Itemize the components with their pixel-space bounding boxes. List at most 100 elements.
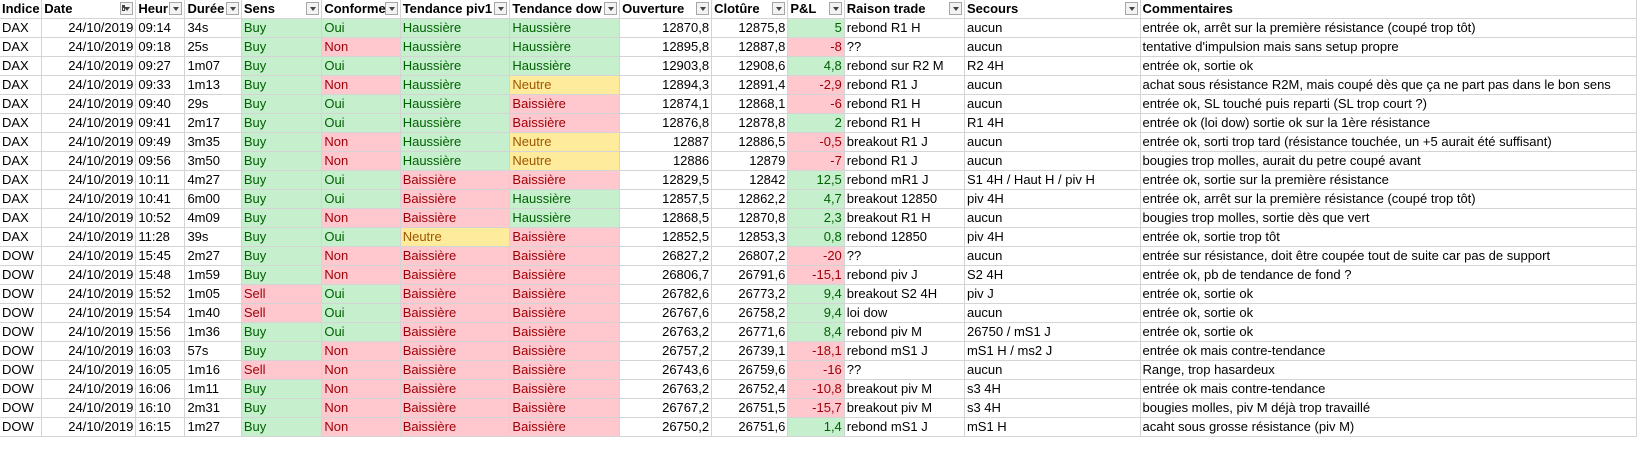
cell-secours[interactable]: aucun <box>964 303 1141 323</box>
cell-tendance-piv1[interactable]: Baissière <box>400 208 511 228</box>
cell-date[interactable]: 24/10/2019 <box>41 56 137 76</box>
cell-ouverture[interactable]: 12887 <box>619 132 713 152</box>
cell-secours[interactable]: R2 4H <box>964 56 1141 76</box>
cell-pnl[interactable]: 2 <box>787 113 845 133</box>
cell-date[interactable]: 24/10/2019 <box>41 18 137 38</box>
cell-date[interactable]: 24/10/2019 <box>41 75 137 95</box>
cell-pnl[interactable]: -18,1 <box>787 341 845 361</box>
col-header-commentaires[interactable]: Commentaires <box>1140 0 1637 19</box>
cell-heure[interactable]: 15:45 <box>135 246 186 266</box>
cell-raison-trade[interactable]: rebond mS1 J <box>844 417 965 437</box>
cell-sens[interactable]: Buy <box>241 18 323 38</box>
cell-secours[interactable]: piv 4H <box>964 227 1141 247</box>
cell-ouverture[interactable]: 12852,5 <box>619 227 713 247</box>
col-header-heure[interactable]: Heur <box>135 0 186 19</box>
cell-pnl[interactable]: -8 <box>787 37 845 57</box>
cell-sens[interactable]: Buy <box>241 379 323 399</box>
cell-secours[interactable]: aucun <box>964 94 1141 114</box>
cell-indice[interactable]: DAX <box>0 170 43 190</box>
cell-conforme[interactable]: Non <box>321 265 401 285</box>
cell-sens[interactable]: Buy <box>241 94 323 114</box>
cell-sens[interactable]: Sell <box>241 360 323 380</box>
cell-conforme[interactable]: Non <box>321 360 401 380</box>
cell-ouverture[interactable]: 12857,5 <box>619 189 713 209</box>
cell-commentaires[interactable]: entrée ok, sortie ok <box>1140 322 1637 342</box>
cell-raison-trade[interactable]: rebond piv J <box>844 265 965 285</box>
cell-secours[interactable]: S1 4H / Haut H / piv H <box>964 170 1141 190</box>
cell-tendance-dow[interactable]: Baissière <box>509 170 621 190</box>
cell-pnl[interactable]: -16 <box>787 360 845 380</box>
cell-conforme[interactable]: Oui <box>321 227 401 247</box>
cell-ouverture[interactable]: 12868,5 <box>619 208 713 228</box>
cell-tendance-dow[interactable]: Baissière <box>509 265 621 285</box>
cell-tendance-piv1[interactable]: Haussière <box>400 113 511 133</box>
cell-heure[interactable]: 09:49 <box>135 132 186 152</box>
cell-raison-trade[interactable]: rebond 12850 <box>844 227 965 247</box>
cell-indice[interactable]: DAX <box>0 113 43 133</box>
cell-conforme[interactable]: Non <box>321 246 401 266</box>
cell-date[interactable]: 24/10/2019 <box>41 322 137 342</box>
cell-duree[interactable]: 2m31 <box>184 398 242 418</box>
cell-secours[interactable]: mS1 H <box>964 417 1141 437</box>
cell-cloture[interactable]: 12875,8 <box>711 18 789 38</box>
cell-pnl[interactable]: 9,4 <box>787 303 845 323</box>
cell-tendance-piv1[interactable]: Baissière <box>400 303 511 323</box>
filter-dropdown-icon[interactable] <box>604 2 618 15</box>
col-header-indice[interactable]: Indice <box>0 0 43 19</box>
cell-ouverture[interactable]: 12895,8 <box>619 37 713 57</box>
cell-conforme[interactable]: Oui <box>321 322 401 342</box>
cell-secours[interactable]: aucun <box>964 246 1141 266</box>
cell-indice[interactable]: DOW <box>0 322 43 342</box>
cell-raison-trade[interactable]: rebond mR1 J <box>844 170 965 190</box>
cell-tendance-piv1[interactable]: Baissière <box>400 189 511 209</box>
cell-tendance-dow[interactable]: Neutre <box>509 151 621 171</box>
cell-commentaires[interactable]: entrée ok, sortie trop tôt <box>1140 227 1637 247</box>
cell-date[interactable]: 24/10/2019 <box>41 341 137 361</box>
cell-conforme[interactable]: Oui <box>321 18 401 38</box>
cell-secours[interactable]: s3 4H <box>964 398 1141 418</box>
cell-heure[interactable]: 09:18 <box>135 37 186 57</box>
cell-tendance-piv1[interactable]: Baissière <box>400 170 511 190</box>
cell-sens[interactable]: Buy <box>241 341 323 361</box>
cell-indice[interactable]: DOW <box>0 284 43 304</box>
cell-secours[interactable]: aucun <box>964 132 1141 152</box>
col-header-conforme[interactable]: Conforme <box>321 0 401 19</box>
cell-heure[interactable]: 09:56 <box>135 151 186 171</box>
cell-conforme[interactable]: Non <box>321 151 401 171</box>
cell-pnl[interactable]: 2,3 <box>787 208 845 228</box>
cell-cloture[interactable]: 12868,1 <box>711 94 789 114</box>
cell-ouverture[interactable]: 26827,2 <box>619 246 713 266</box>
cell-commentaires[interactable]: entrée ok, sortie sur la première résist… <box>1140 170 1637 190</box>
col-header-tendance-dow[interactable]: Tendance dow <box>509 0 621 19</box>
cell-pnl[interactable]: 5 <box>787 18 845 38</box>
cell-cloture[interactable]: 12879 <box>711 151 789 171</box>
cell-raison-trade[interactable]: breakout piv M <box>844 398 965 418</box>
cell-date[interactable]: 24/10/2019 <box>41 246 137 266</box>
filter-active-icon[interactable] <box>120 2 134 15</box>
cell-cloture[interactable]: 26739,1 <box>711 341 789 361</box>
col-header-duree[interactable]: Durée <box>184 0 242 19</box>
col-header-raison-trade[interactable]: Raison trade <box>844 0 965 19</box>
cell-sens[interactable]: Buy <box>241 246 323 266</box>
cell-conforme[interactable]: Non <box>321 398 401 418</box>
cell-tendance-piv1[interactable]: Baissière <box>400 360 511 380</box>
cell-indice[interactable]: DOW <box>0 265 43 285</box>
cell-date[interactable]: 24/10/2019 <box>41 189 137 209</box>
cell-raison-trade[interactable]: ?? <box>844 246 965 266</box>
cell-ouverture[interactable]: 26763,2 <box>619 322 713 342</box>
col-header-tendance-piv1[interactable]: Tendance piv1 <box>400 0 511 19</box>
cell-duree[interactable]: 6m00 <box>184 189 242 209</box>
cell-tendance-piv1[interactable]: Haussière <box>400 151 511 171</box>
cell-cloture[interactable]: 26773,2 <box>711 284 789 304</box>
cell-pnl[interactable]: -20 <box>787 246 845 266</box>
cell-cloture[interactable]: 26751,5 <box>711 398 789 418</box>
filter-dropdown-icon[interactable] <box>384 2 398 15</box>
cell-tendance-dow[interactable]: Baissière <box>509 398 621 418</box>
cell-raison-trade[interactable]: rebond R1 J <box>844 75 965 95</box>
cell-date[interactable]: 24/10/2019 <box>41 379 137 399</box>
cell-duree[interactable]: 57s <box>184 341 242 361</box>
cell-cloture[interactable]: 12891,4 <box>711 75 789 95</box>
cell-sens[interactable]: Sell <box>241 284 323 304</box>
cell-sens[interactable]: Buy <box>241 132 323 152</box>
cell-tendance-piv1[interactable]: Baissière <box>400 246 511 266</box>
